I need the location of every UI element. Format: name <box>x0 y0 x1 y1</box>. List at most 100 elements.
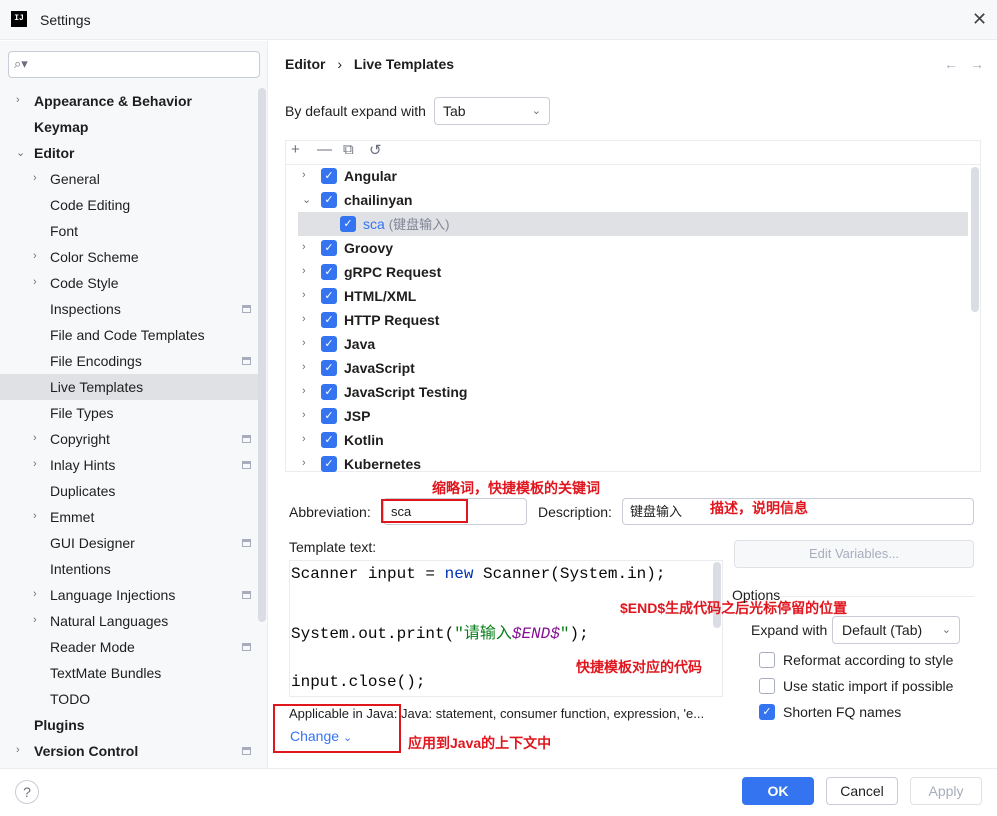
static-import-label: Use static import if possible <box>783 678 954 694</box>
chevron-right-icon[interactable]: › <box>33 276 37 288</box>
add-icon[interactable]: + <box>291 141 300 158</box>
sidebar-item[interactable]: Emmet <box>50 504 94 530</box>
template-group[interactable]: Angular <box>344 164 397 188</box>
template-group[interactable]: gRPC Request <box>344 260 441 284</box>
revert-icon[interactable]: ↺ <box>369 141 382 159</box>
template-checkbox[interactable]: ✓ <box>321 360 337 376</box>
chevron-right-icon[interactable]: › <box>302 169 306 181</box>
template-checkbox[interactable]: ✓ <box>321 168 337 184</box>
copy-icon[interactable]: ⧉ <box>343 141 354 158</box>
template-group[interactable]: HTML/XML <box>344 284 416 308</box>
template-name: JavaScript <box>344 360 415 376</box>
template-item[interactable]: sca (键盘输入) <box>363 212 449 236</box>
template-group[interactable]: Groovy <box>344 236 393 260</box>
help-button[interactable]: ? <box>15 780 39 804</box>
sidebar-item[interactable]: Appearance & Behavior <box>34 88 192 114</box>
sidebar-item[interactable]: Inspections <box>50 296 121 322</box>
expand-with-dropdown[interactable]: Tab ⌄ <box>434 97 550 125</box>
sidebar-item[interactable]: File and Code Templates <box>50 322 205 348</box>
template-group[interactable]: JavaScript Testing <box>344 380 467 404</box>
sidebar-item[interactable]: Intentions <box>50 556 111 582</box>
template-checkbox[interactable]: ✓ <box>321 336 337 352</box>
template-checkbox[interactable]: ✓ <box>321 456 337 472</box>
edit-variables-button[interactable]: Edit Variables... <box>734 540 974 568</box>
sidebar-item[interactable]: GUI Designer <box>50 530 135 556</box>
chevron-right-icon[interactable]: › <box>33 432 37 444</box>
template-group[interactable]: JSP <box>344 404 370 428</box>
chevron-right-icon[interactable]: › <box>302 361 306 373</box>
chevron-down-icon[interactable]: ⌄ <box>302 193 311 206</box>
chevron-right-icon[interactable]: › <box>33 510 37 522</box>
chevron-right-icon[interactable]: › <box>33 614 37 626</box>
cancel-button[interactable]: Cancel <box>826 777 898 805</box>
chevron-right-icon[interactable]: › <box>16 94 20 106</box>
sidebar-item[interactable]: Version Control <box>34 738 138 764</box>
templates-scrollbar[interactable] <box>971 167 979 312</box>
template-checkbox[interactable]: ✓ <box>321 192 337 208</box>
template-group[interactable]: chailinyan <box>344 188 412 212</box>
sidebar-item[interactable]: TextMate Bundles <box>50 660 161 686</box>
shorten-fq-checkbox[interactable]: ✓ <box>759 704 775 720</box>
template-checkbox[interactable]: ✓ <box>321 288 337 304</box>
reformat-checkbox[interactable] <box>759 652 775 668</box>
sidebar-item[interactable]: File Types <box>50 400 114 426</box>
template-group[interactable]: Kotlin <box>344 428 384 452</box>
chevron-right-icon[interactable]: › <box>302 409 306 421</box>
sidebar-item[interactable]: Editor <box>34 140 74 166</box>
template-group[interactable]: Kubernetes <box>344 452 421 476</box>
sidebar-item[interactable]: General <box>50 166 100 192</box>
template-group[interactable]: Java <box>344 332 375 356</box>
sidebar-item[interactable]: File Encodings <box>50 348 142 374</box>
chevron-right-icon[interactable]: › <box>302 457 306 469</box>
sidebar-item[interactable]: Color Scheme <box>50 244 139 270</box>
chevron-right-icon[interactable]: › <box>33 458 37 470</box>
sidebar-item[interactable]: Copyright <box>50 426 110 452</box>
template-checkbox[interactable]: ✓ <box>340 216 356 232</box>
chevron-right-icon[interactable]: › <box>302 337 306 349</box>
sidebar-item[interactable]: Font <box>50 218 78 244</box>
close-icon[interactable]: ✕ <box>972 9 987 30</box>
template-checkbox[interactable]: ✓ <box>321 240 337 256</box>
back-arrow-icon[interactable]: ← <box>944 56 970 72</box>
sidebar-item[interactable]: Language Injections <box>50 582 175 608</box>
sidebar-item[interactable]: TODO <box>50 686 90 712</box>
chevron-right-icon[interactable]: › <box>33 588 37 600</box>
sidebar-item[interactable]: Keymap <box>34 114 88 140</box>
template-checkbox[interactable]: ✓ <box>321 432 337 448</box>
chevron-right-icon[interactable]: › <box>302 289 306 301</box>
static-import-checkbox[interactable] <box>759 678 775 694</box>
breadcrumb-parent[interactable]: Editor <box>285 56 325 72</box>
expand-with-option-value: Default (Tab) <box>842 622 923 638</box>
sidebar-scrollbar[interactable] <box>258 88 266 622</box>
editor-scrollbar[interactable] <box>713 562 721 628</box>
sidebar-item[interactable]: Live Templates <box>50 374 143 400</box>
forward-arrow-icon[interactable]: → <box>970 56 996 72</box>
chevron-right-icon[interactable]: › <box>302 313 306 325</box>
template-checkbox[interactable]: ✓ <box>321 312 337 328</box>
sidebar-item[interactable]: Duplicates <box>50 478 115 504</box>
chevron-right-icon[interactable]: › <box>16 744 20 756</box>
expand-with-option-dropdown[interactable]: Default (Tab) ⌄ <box>832 616 960 644</box>
template-checkbox[interactable]: ✓ <box>321 264 337 280</box>
apply-button[interactable]: Apply <box>910 777 982 805</box>
template-checkbox[interactable]: ✓ <box>321 384 337 400</box>
chevron-right-icon[interactable]: › <box>33 172 37 184</box>
chevron-right-icon[interactable]: › <box>302 385 306 397</box>
chevron-right-icon[interactable]: › <box>302 265 306 277</box>
template-group[interactable]: JavaScript <box>344 356 415 380</box>
sidebar-item[interactable]: Natural Languages <box>50 608 168 634</box>
chevron-right-icon[interactable]: › <box>302 241 306 253</box>
sidebar-item[interactable]: Reader Mode <box>50 634 135 660</box>
sidebar-item[interactable]: Plugins <box>34 712 85 738</box>
template-checkbox[interactable]: ✓ <box>321 408 337 424</box>
search-input[interactable] <box>8 51 260 78</box>
ok-button[interactable]: OK <box>742 777 814 805</box>
chevron-down-icon[interactable]: ⌄ <box>16 146 25 159</box>
template-group[interactable]: HTTP Request <box>344 308 439 332</box>
chevron-right-icon[interactable]: › <box>33 250 37 262</box>
sidebar-item[interactable]: Code Style <box>50 270 118 296</box>
sidebar-item[interactable]: Inlay Hints <box>50 452 115 478</box>
sidebar-item[interactable]: Code Editing <box>50 192 130 218</box>
remove-icon[interactable]: — <box>317 141 332 158</box>
chevron-right-icon[interactable]: › <box>302 433 306 445</box>
